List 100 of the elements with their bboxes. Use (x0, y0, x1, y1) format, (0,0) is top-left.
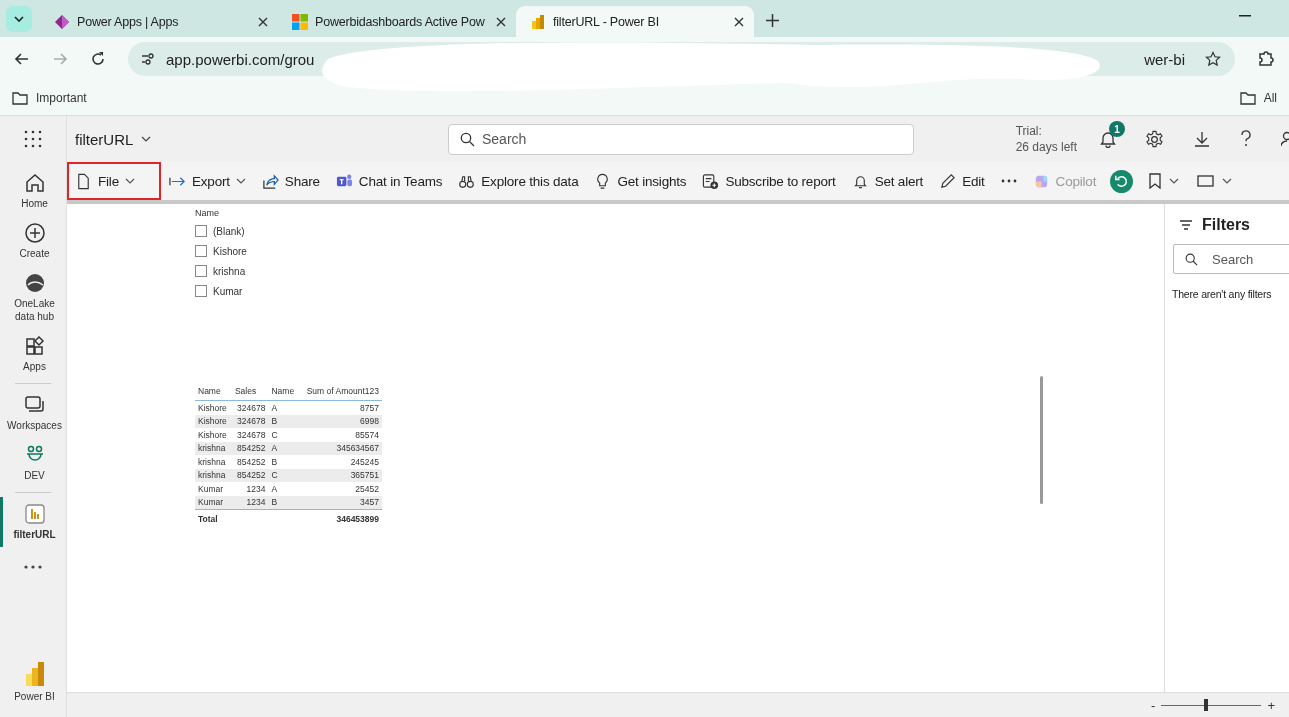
slicer-option[interactable]: krishna (195, 263, 246, 279)
slicer-title: Name (195, 208, 220, 218)
table-cell: 1234 (231, 495, 269, 510)
new-tab-icon[interactable] (766, 14, 779, 27)
sidebar-item[interactable]: Create (0, 216, 67, 266)
power-bi-logo[interactable]: Power BI (0, 655, 67, 709)
download-icon[interactable] (1193, 130, 1211, 148)
checkbox[interactable] (195, 245, 207, 257)
app-launcher-icon[interactable] (24, 130, 42, 148)
zoom-out-button[interactable]: - (1151, 697, 1156, 713)
toolbar-button[interactable]: Chat in Teams (327, 162, 451, 200)
star-icon[interactable] (1205, 51, 1221, 67)
sidebar-label: Workspaces (6, 419, 63, 432)
table-cell: A (268, 441, 299, 455)
table-cell: Kumar (195, 495, 232, 510)
report-name-button[interactable]: filterURL (75, 130, 448, 148)
table-cell: 854252 (231, 441, 269, 455)
sidebar-item[interactable]: Workspaces (0, 388, 67, 438)
toolbar-button[interactable]: Share (253, 162, 328, 200)
bar-chart-icon (530, 13, 546, 30)
browser-tab[interactable]: filterURL - Power BI (516, 6, 754, 37)
toolbar-button[interactable]: Get insights (586, 162, 695, 200)
toolbar-button[interactable]: Edit (931, 162, 993, 200)
table-cell: B (268, 414, 299, 428)
person-icon[interactable] (1281, 130, 1289, 148)
filter-icon (1179, 219, 1193, 231)
rectangle-icon (1197, 175, 1215, 187)
sidebar-label: Create (18, 247, 51, 260)
bookmark-menu[interactable] (1149, 173, 1180, 189)
bell-icon[interactable] (1099, 130, 1117, 148)
sidebar-item[interactable]: DEV (0, 438, 67, 488)
search-icon (460, 131, 475, 147)
close-icon[interactable] (496, 16, 506, 27)
table-cell: 25452 (298, 482, 382, 496)
slider-thumb[interactable] (1204, 699, 1209, 711)
browser-tab[interactable]: Power Apps | Apps (40, 6, 278, 37)
folder-icon (1239, 91, 1256, 105)
table-cell: 324678 (231, 414, 269, 428)
total-value: 346453899 (298, 509, 382, 526)
table-cell: B (268, 495, 299, 510)
help-icon[interactable] (1240, 130, 1252, 148)
tab-title: Power Apps | Apps (77, 14, 180, 29)
zoom-in-button[interactable]: + (1267, 697, 1275, 713)
minimize-icon[interactable] (1239, 15, 1251, 17)
search-icon (1185, 253, 1198, 266)
table-cell: krishna (195, 455, 232, 469)
bookmark[interactable]: All (1239, 91, 1277, 105)
tab-search-button[interactable] (6, 6, 32, 32)
diamond-icon (54, 13, 70, 30)
table-cell: 85574 (298, 428, 382, 442)
chevron-down-icon (1222, 176, 1233, 186)
table-cell: Kishore (195, 414, 232, 428)
puzzle-piece-icon[interactable] (1257, 50, 1275, 68)
toolbar-button[interactable]: Export (161, 162, 254, 200)
browser-tab[interactable]: Powerbidashboards Active Pow (278, 6, 516, 37)
refresh-icon[interactable] (1110, 169, 1134, 193)
search-field[interactable]: Search (1173, 244, 1289, 274)
sidebar-item[interactable]: Home (0, 166, 67, 216)
globe-icon (23, 272, 46, 294)
table-cell: Kishore (195, 400, 232, 415)
trial-text: 26 days left (1015, 139, 1077, 156)
slicer-option[interactable]: Kishore (195, 243, 247, 259)
sidebar-label: OneLake data hub (13, 297, 56, 323)
toolbar-button[interactable]: Set alert (843, 162, 932, 200)
document-icon (75, 172, 92, 190)
four-squares-icon (292, 13, 308, 30)
slicer-option[interactable]: Kumar (195, 283, 243, 299)
table-cell: 8757 (298, 400, 382, 415)
share-icon (261, 172, 279, 190)
folder-icon (12, 91, 28, 105)
close-icon[interactable] (734, 16, 744, 27)
table-cell: Kumar (195, 482, 232, 496)
scrollbar[interactable] (1040, 376, 1043, 504)
view-menu[interactable] (1197, 175, 1233, 187)
trial-text: Trial: (1015, 122, 1043, 139)
subscribe-icon (702, 172, 720, 190)
reload-icon[interactable] (90, 51, 106, 67)
settings-icon[interactable] (1145, 129, 1164, 149)
checkbox[interactable] (195, 265, 207, 277)
table-cell: 365751 (298, 468, 382, 482)
close-icon[interactable] (258, 16, 268, 27)
column-header: Name (268, 383, 299, 401)
checkbox[interactable] (195, 225, 207, 237)
toolbar-button[interactable]: Subscribe to report (694, 162, 844, 200)
toolbar-button[interactable]: File (67, 162, 161, 200)
chevron-down-icon (13, 13, 25, 25)
checkbox[interactable] (195, 285, 207, 297)
toolbar-button[interactable]: Explore this data (450, 162, 587, 200)
column-header: Name (195, 383, 232, 401)
more-icon[interactable] (24, 565, 42, 569)
more-icon[interactable] (1000, 179, 1017, 183)
bar-chart-icon (23, 503, 46, 525)
bookmark[interactable]: Important (12, 91, 87, 105)
pencil-icon (939, 172, 957, 190)
table-cell: B (268, 455, 299, 469)
back-icon[interactable] (14, 51, 30, 67)
search-field[interactable]: Search (448, 123, 914, 155)
slicer-option[interactable]: (Blank) (195, 223, 245, 239)
sidebar-item[interactable]: Apps (0, 329, 67, 379)
sidebar-item[interactable]: OneLake data hub (0, 266, 67, 329)
